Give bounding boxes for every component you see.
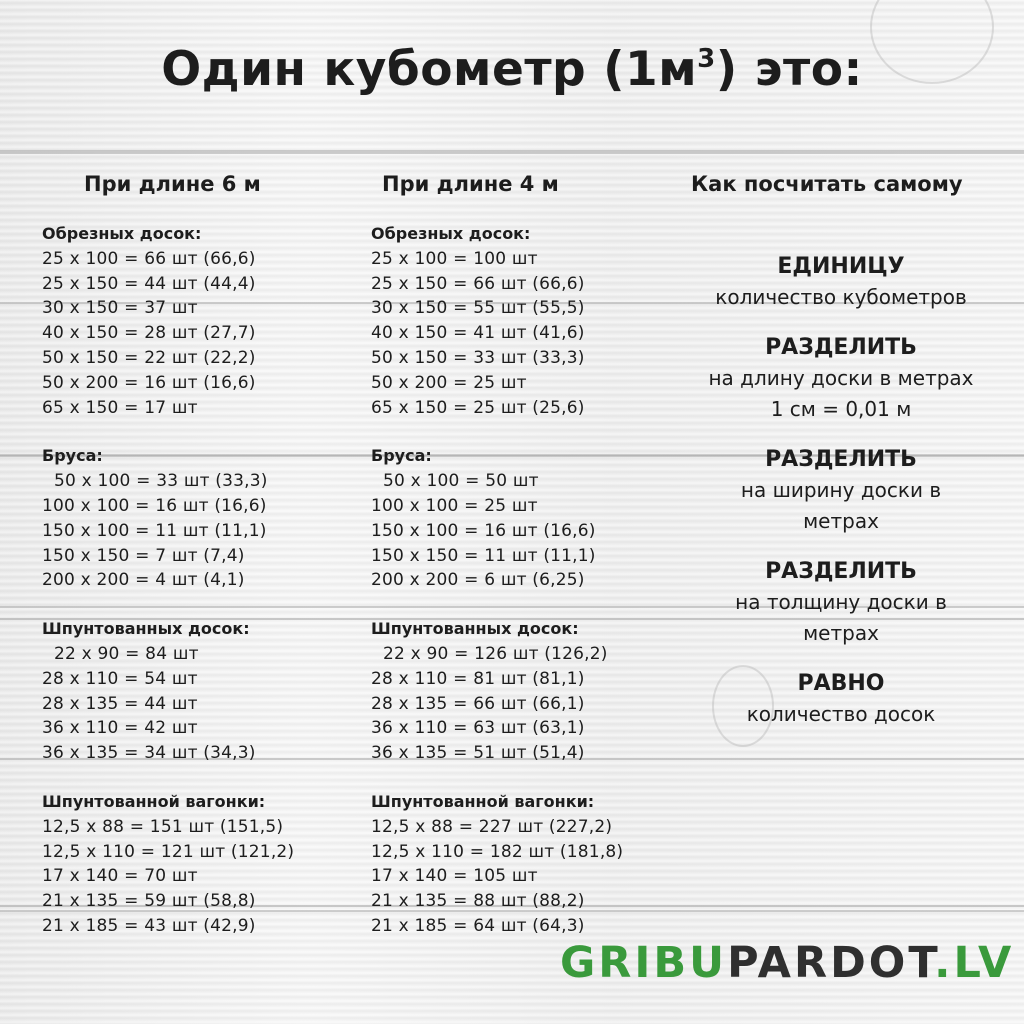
step-divide-width: РАЗДЕЛИТЬ на ширину доски в метрах: [676, 445, 1006, 537]
list-item: 36 x 135 = 51 шт (51,4): [371, 743, 585, 764]
list-item: 100 x 100 = 25 шт: [371, 495, 538, 516]
list-item: 50 x 100 = 50 шт: [383, 471, 539, 492]
title-superscript: 3: [697, 44, 716, 74]
column-4m: Обрезных досок: 25 x 100 = 100 шт 25 x 1…: [371, 222, 623, 939]
group-edged-boards: Обрезных досок: 25 x 100 = 66 шт (66,6) …: [42, 222, 294, 420]
list-item: 21 x 135 = 59 шт (58,8): [42, 891, 256, 912]
list-item: 36 x 110 = 42 шт: [42, 718, 198, 739]
list-item: 22 x 90 = 84 шт: [54, 643, 199, 664]
group-title: Шпунтованной вагонки:: [371, 791, 595, 811]
list-item: 28 x 135 = 66 шт (66,1): [371, 693, 585, 714]
list-item: 21 x 185 = 64 шт (64,3): [371, 915, 585, 936]
group-title: Обрезных досок:: [42, 224, 202, 243]
column-heading-howto: Как посчитать самому: [691, 172, 963, 196]
group-title: Обрезных досок:: [371, 224, 531, 243]
step-divide-thickness: РАЗДЕЛИТЬ на толщину доски в метрах: [676, 557, 1006, 649]
step-text: метрах: [803, 509, 879, 533]
list-item: 12,5 x 110 = 182 шт (181,8): [371, 841, 624, 862]
list-item: 65 x 150 = 25 шт (25,6): [371, 397, 585, 418]
column-heading-6m: При длине 6 м: [84, 172, 261, 196]
step-text: на толщину доски в: [735, 590, 947, 614]
list-item: 36 x 110 = 63 шт (63,1): [371, 718, 585, 739]
column-heading-4m: При длине 4 м: [382, 172, 559, 196]
page-title: Один кубометр (1м3) это:: [0, 42, 1024, 97]
title-tail: ) это:: [715, 42, 863, 97]
list-item: 150 x 150 = 11 шт (11,1): [371, 545, 596, 566]
list-item: 28 x 135 = 44 шт: [42, 693, 198, 714]
list-item: 150 x 150 = 7 шт (7,4): [42, 545, 245, 566]
step-text: количество досок: [746, 702, 936, 726]
group-title: Шпунтованных досок:: [42, 619, 250, 639]
list-item: 21 x 185 = 43 шт (42,9): [42, 915, 256, 936]
group-tongue-boards: Шпунтованных досок: 22 x 90 = 84 шт 28 x…: [42, 617, 294, 766]
list-item: 36 x 135 = 34 шт (34,3): [42, 743, 256, 764]
list-item: 21 x 135 = 88 шт (88,2): [371, 891, 585, 912]
list-item: 100 x 100 = 16 шт (16,6): [42, 495, 267, 516]
list-item: 30 x 150 = 37 шт: [42, 298, 198, 319]
list-item: 25 x 100 = 66 шт (66,6): [42, 248, 256, 269]
step-text: количество кубометров: [715, 285, 967, 309]
step-heading: РАЗДЕЛИТЬ: [765, 335, 917, 360]
brand-green: GRIBU: [560, 938, 728, 988]
step-text: на ширину доски в: [740, 478, 942, 502]
step-heading: РАЗДЕЛИТЬ: [765, 559, 917, 584]
group-title: Бруса:: [371, 446, 432, 466]
list-item: 12,5 x 88 = 227 шт (227,2): [371, 816, 613, 837]
step-text: на длину доски в метрах: [708, 366, 974, 390]
list-item: 17 x 140 = 105 шт: [371, 866, 538, 887]
list-item: 150 x 100 = 11 шт (11,1): [42, 520, 267, 541]
list-item: 22 x 90 = 126 шт (126,2): [383, 643, 608, 664]
step-divide-length: РАЗДЕЛИТЬ на длину доски в метрах 1 см =…: [676, 333, 1006, 425]
group-edged-boards: Обрезных досок: 25 x 100 = 100 шт 25 x 1…: [371, 222, 623, 420]
list-item: 40 x 150 = 41 шт (41,6): [371, 323, 585, 344]
list-item: 50 x 100 = 33 шт (33,3): [54, 471, 268, 492]
group-clapboard: Шпунтованной вагонки: 12,5 x 88 = 227 шт…: [371, 790, 623, 939]
list-item: 25 x 150 = 66 шт (66,6): [371, 273, 585, 294]
step-text: метрах: [803, 621, 879, 645]
group-beams: Бруса: 50 x 100 = 33 шт (33,3) 100 x 100…: [42, 444, 294, 593]
list-item: 40 x 150 = 28 шт (27,7): [42, 323, 256, 344]
brand-dark: PARDOT: [727, 938, 935, 988]
list-item: 28 x 110 = 81 шт (81,1): [371, 668, 585, 689]
step-heading: РАВНО: [797, 671, 885, 696]
list-item: 50 x 150 = 33 шт (33,3): [371, 347, 585, 368]
step-heading: РАЗДЕЛИТЬ: [765, 447, 917, 472]
list-item: 12,5 x 110 = 121 шт (121,2): [42, 841, 295, 862]
step-result: РАВНО количество досок: [676, 669, 1006, 730]
step-heading: ЕДИНИЦУ: [777, 254, 905, 279]
list-item: 65 x 150 = 17 шт: [42, 397, 198, 418]
list-item: 200 x 200 = 6 шт (6,25): [371, 570, 585, 591]
list-item: 200 x 200 = 4 шт (4,1): [42, 570, 245, 591]
brand-logo: GRIBUPARDOT.LV: [560, 938, 1014, 988]
list-item: 17 x 140 = 70 шт: [42, 866, 198, 887]
list-item: 150 x 100 = 16 шт (16,6): [371, 520, 596, 541]
howto-steps: ЕДИНИЦУ количество кубометров РАЗДЕЛИТЬ …: [676, 252, 1006, 750]
title-main: Один кубометр (1м: [161, 42, 698, 97]
list-item: 12,5 x 88 = 151 шт (151,5): [42, 816, 284, 837]
group-clapboard: Шпунтованной вагонки: 12,5 x 88 = 151 шт…: [42, 790, 294, 939]
group-title: Шпунтованной вагонки:: [42, 791, 266, 811]
list-item: 28 x 110 = 54 шт: [42, 668, 198, 689]
list-item: 50 x 150 = 22 шт (22,2): [42, 347, 256, 368]
column-6m: Обрезных досок: 25 x 100 = 66 шт (66,6) …: [42, 222, 294, 939]
group-title: Шпунтованных досок:: [371, 619, 579, 639]
step-text: 1 см = 0,01 м: [770, 397, 912, 421]
group-beams: Бруса: 50 x 100 = 50 шт 100 x 100 = 25 ш…: [371, 444, 623, 593]
group-tongue-boards: Шпунтованных досок: 22 x 90 = 126 шт (12…: [371, 617, 623, 766]
list-item: 30 x 150 = 55 шт (55,5): [371, 298, 585, 319]
list-item: 25 x 100 = 100 шт: [371, 248, 538, 269]
list-item: 50 x 200 = 16 шт (16,6): [42, 372, 256, 393]
group-title: Бруса:: [42, 446, 103, 466]
list-item: 25 x 150 = 44 шт (44,4): [42, 273, 256, 294]
step-unit: ЕДИНИЦУ количество кубометров: [676, 252, 1006, 313]
brand-suffix: .LV: [934, 938, 1015, 988]
plank-divider: [0, 152, 1024, 154]
list-item: 50 x 200 = 25 шт: [371, 372, 527, 393]
